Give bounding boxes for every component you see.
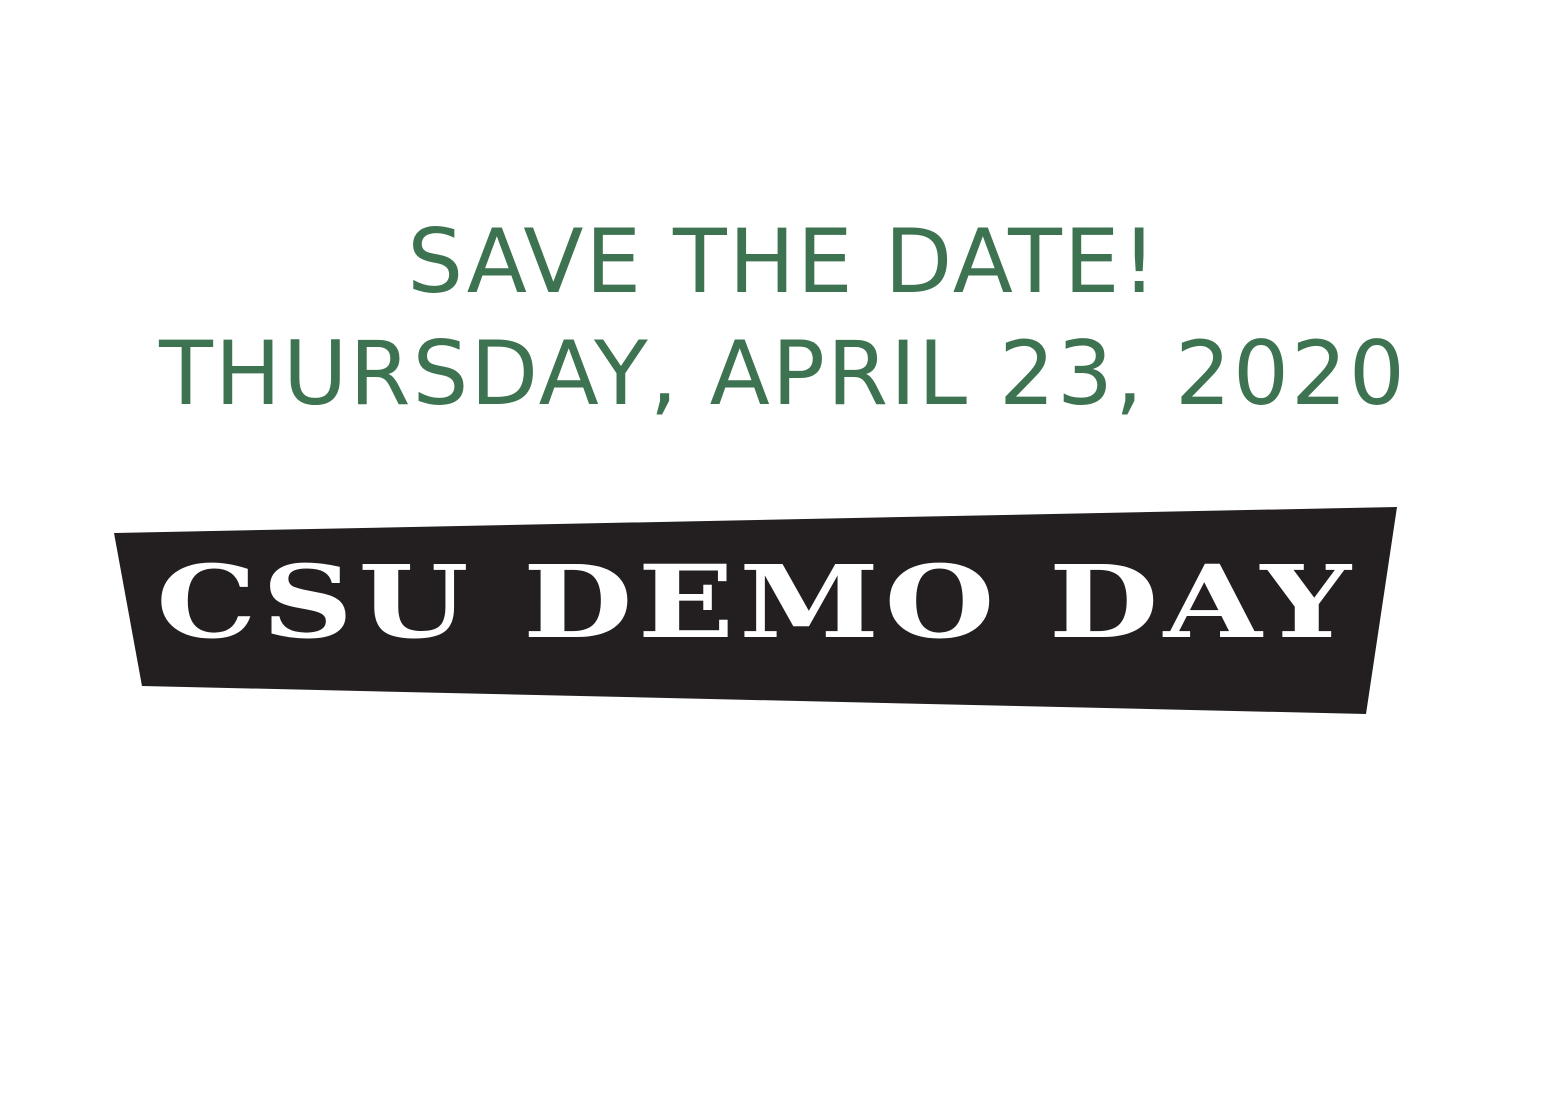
csu-demo-day-logo: CSU DEMO DAY [114,507,1397,714]
logo-text: CSU DEMO DAY [156,543,1356,661]
